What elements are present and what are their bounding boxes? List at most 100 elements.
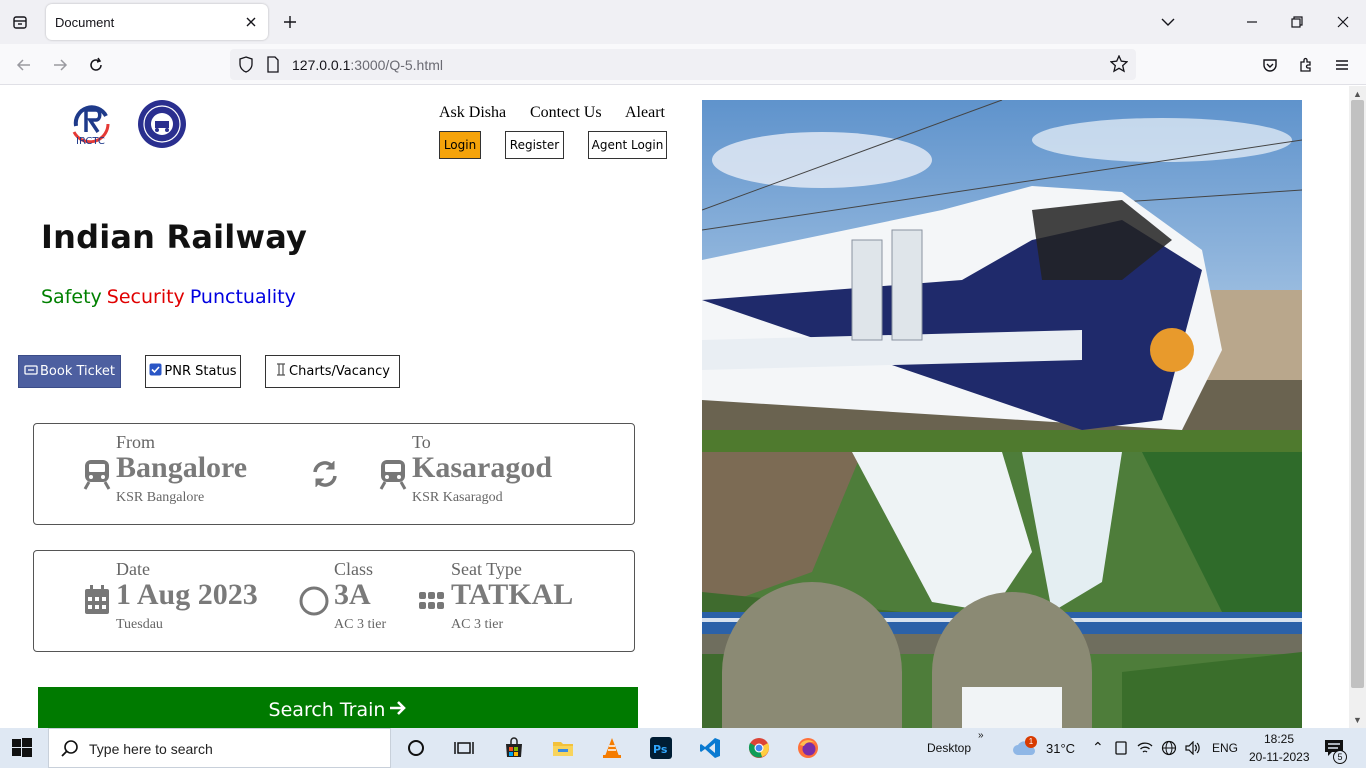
chrome-icon[interactable] <box>745 734 773 762</box>
to-station: KSR Kasaragod <box>412 490 503 505</box>
link-alert[interactable]: Aleart <box>625 104 665 122</box>
from-station: KSR Bangalore <box>116 490 205 505</box>
class-label: Class <box>334 559 374 579</box>
irctc-logo[interactable]: IRCTC <box>68 98 114 150</box>
class-desc: AC 3 tier <box>334 617 387 632</box>
extensions-icon[interactable] <box>1293 52 1319 78</box>
tab-charts-vacancy[interactable]: Charts/Vacancy <box>265 355 400 388</box>
checkbox-icon <box>149 363 162 380</box>
waterfall-photo <box>702 452 1302 728</box>
file-explorer-icon[interactable] <box>549 734 577 762</box>
browser-nav-bar: 127.0.0.1:3000/Q-5.html <box>0 44 1366 85</box>
restore-icon[interactable] <box>1283 8 1311 36</box>
to-label: To <box>412 432 431 452</box>
link-ask-disha[interactable]: Ask Disha <box>439 104 506 122</box>
train-icon <box>83 458 111 495</box>
tab-pnr-status[interactable]: PNR Status <box>145 355 241 388</box>
weather-badge: 1 <box>1025 736 1037 748</box>
windows-start-icon[interactable] <box>12 738 34 760</box>
scroll-up-icon[interactable]: ▲ <box>1351 88 1364 100</box>
browser-tab[interactable]: Document <box>46 4 268 40</box>
close-window-icon[interactable] <box>1329 8 1357 36</box>
arrow-right-icon <box>389 699 407 722</box>
reload-icon[interactable] <box>83 52 109 78</box>
close-tab-icon[interactable] <box>242 13 260 31</box>
tagline-punctuality: Punctuality <box>189 286 296 308</box>
train-photo <box>701 99 1303 452</box>
date-value[interactable]: 1 Aug 2023 <box>116 578 258 612</box>
seat-type-value[interactable]: TATKAL <box>451 578 573 612</box>
tagline-safety: Safety <box>41 286 102 308</box>
search-train-button[interactable]: Search Train <box>38 687 638 733</box>
from-city[interactable]: Bangalore <box>116 451 247 485</box>
tab-label: Charts/Vacancy <box>289 364 390 379</box>
taskbar: Type here to search Ps Desktop » 1 31°C … <box>0 728 1366 768</box>
tab-book-ticket[interactable]: Book Ticket <box>18 355 121 388</box>
menu-icon[interactable] <box>1329 52 1355 78</box>
bookmark-star-icon[interactable] <box>1109 54 1129 78</box>
vlc-icon[interactable] <box>598 734 626 762</box>
back-icon[interactable] <box>11 52 37 78</box>
tagline: Safety Security Punctuality <box>41 286 301 308</box>
swap-icon[interactable] <box>310 459 340 494</box>
chevron-double-icon[interactable]: » <box>978 730 984 741</box>
list-all-tabs-icon[interactable] <box>1154 8 1182 36</box>
train-icon <box>379 458 407 495</box>
irctc-logo-text: IRCTC <box>76 136 105 147</box>
firefox-icon[interactable] <box>794 734 822 762</box>
wifi-icon[interactable] <box>1134 734 1156 762</box>
svg-text:Ps: Ps <box>653 743 668 756</box>
chart-icon <box>275 363 287 380</box>
seat-grid-icon <box>418 590 446 617</box>
search-train-label: Search Train <box>268 699 386 721</box>
calendar-icon <box>84 585 110 620</box>
tab-label: Book Ticket <box>40 364 115 379</box>
url-text: 127.0.0.1:3000/Q-5.html <box>292 57 443 73</box>
to-city[interactable]: Kasaragod <box>412 451 552 485</box>
pocket-icon[interactable] <box>1257 52 1283 78</box>
weather-temperature[interactable]: 31°C <box>1046 741 1075 756</box>
indian-railways-logo[interactable] <box>136 99 188 149</box>
microsoft-store-icon[interactable] <box>500 734 528 762</box>
date-label: Date <box>116 559 150 579</box>
cortana-icon[interactable] <box>402 734 430 762</box>
page-icon[interactable] <box>266 56 280 78</box>
tab-title: Document <box>55 15 115 30</box>
page-title: Indian Railway <box>41 218 308 256</box>
desktop-toolbar-label[interactable]: Desktop <box>927 741 971 755</box>
date-day: Tuesdau <box>116 617 163 632</box>
new-tab-icon[interactable] <box>280 12 300 32</box>
notification-count: 5 <box>1333 750 1347 764</box>
register-button[interactable]: Register <box>505 131 564 159</box>
class-value[interactable]: 3A <box>334 578 371 612</box>
seat-type-desc: AC 3 tier <box>451 617 504 632</box>
from-label: From <box>116 432 156 452</box>
url-bar[interactable]: 127.0.0.1:3000/Q-5.html <box>230 49 1136 80</box>
taskbar-search-placeholder: Type here to search <box>89 741 213 757</box>
taskbar-search-box[interactable]: Type here to search <box>48 728 391 768</box>
link-contact-us[interactable]: Contect Us <box>530 104 602 122</box>
chevron-up-icon[interactable]: ⌃ <box>1092 739 1104 756</box>
forward-icon[interactable] <box>47 52 73 78</box>
browser-tab-bar: Document <box>0 0 1366 44</box>
ticket-icon <box>24 364 38 380</box>
clock-date[interactable]: 20-11-2023 <box>1249 750 1310 764</box>
device-icon[interactable] <box>1110 734 1132 762</box>
volume-icon[interactable] <box>1182 734 1204 762</box>
input-language[interactable]: ENG <box>1212 741 1238 755</box>
agent-login-button[interactable]: Agent Login <box>588 131 667 159</box>
tab-label: PNR Status <box>164 364 237 379</box>
vscode-icon[interactable] <box>696 734 724 762</box>
tagline-security: Security <box>106 286 185 308</box>
task-view-icon[interactable] <box>450 734 478 762</box>
seat-type-label: Seat Type <box>451 559 522 579</box>
photoshop-icon[interactable]: Ps <box>647 734 675 762</box>
minimize-icon[interactable] <box>1238 8 1266 36</box>
network-globe-icon[interactable] <box>1158 734 1180 762</box>
scrollbar-thumb[interactable] <box>1351 100 1364 688</box>
clock-time[interactable]: 18:25 <box>1264 732 1294 746</box>
scroll-down-icon[interactable]: ▼ <box>1351 714 1364 726</box>
tab-list-icon[interactable] <box>8 10 32 34</box>
shield-icon[interactable] <box>238 56 254 78</box>
login-button[interactable]: Login <box>439 131 481 159</box>
